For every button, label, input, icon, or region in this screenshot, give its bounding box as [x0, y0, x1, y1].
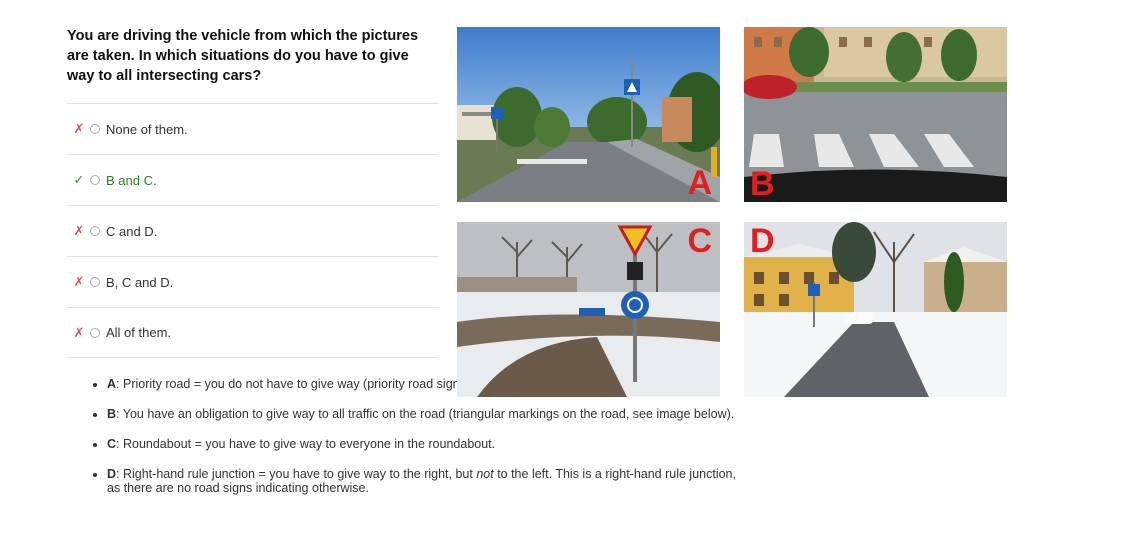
radio-button[interactable]	[90, 175, 100, 185]
option-label: B and C.	[106, 172, 157, 188]
explanation-d: D: Right-hand rule junction = you have t…	[107, 467, 747, 495]
photo-label-b: B	[750, 165, 775, 202]
check-icon: ✓	[73, 172, 85, 187]
explanation-b: B: You have an obligation to give way to…	[107, 407, 747, 421]
option-c-and-d[interactable]: ✗ C and D.	[67, 205, 439, 256]
radio-button[interactable]	[90, 124, 100, 134]
cross-icon: ✗	[73, 274, 85, 289]
photo-c: C	[457, 222, 720, 397]
option-none[interactable]: ✗ None of them.	[67, 103, 439, 154]
explanation-c: C: Roundabout = you have to give way to …	[107, 437, 747, 451]
question-text: You are driving the vehicle from which t…	[67, 28, 419, 84]
option-b-c-and-d[interactable]: ✗ B, C and D.	[67, 256, 439, 307]
answer-options: ✗ None of them. ✓ B and C. ✗ C and D. ✗ …	[67, 103, 439, 358]
option-b-and-c[interactable]: ✓ B and C.	[67, 154, 439, 205]
option-label: All of them.	[106, 325, 172, 340]
option-all[interactable]: ✗ All of them.	[67, 307, 439, 358]
photo-label-d: D	[750, 222, 775, 260]
photo-label-a: A	[687, 164, 712, 202]
radio-button[interactable]	[90, 277, 100, 287]
option-label: None of them.	[106, 121, 188, 137]
photo-b: B	[744, 27, 1007, 202]
cross-icon: ✗	[73, 223, 85, 238]
photo-a: A	[457, 27, 720, 202]
radio-button[interactable]	[90, 226, 100, 236]
option-label: B, C and D.	[106, 274, 174, 290]
option-label: C and D.	[106, 223, 158, 239]
cross-icon: ✗	[73, 324, 85, 340]
cross-icon: ✗	[73, 121, 85, 136]
radio-button[interactable]	[90, 327, 100, 338]
photo-d: D	[744, 222, 1007, 397]
explanation-list: A: Priority road = you do not have to gi…	[85, 377, 747, 511]
photo-label-c: C	[687, 222, 712, 260]
